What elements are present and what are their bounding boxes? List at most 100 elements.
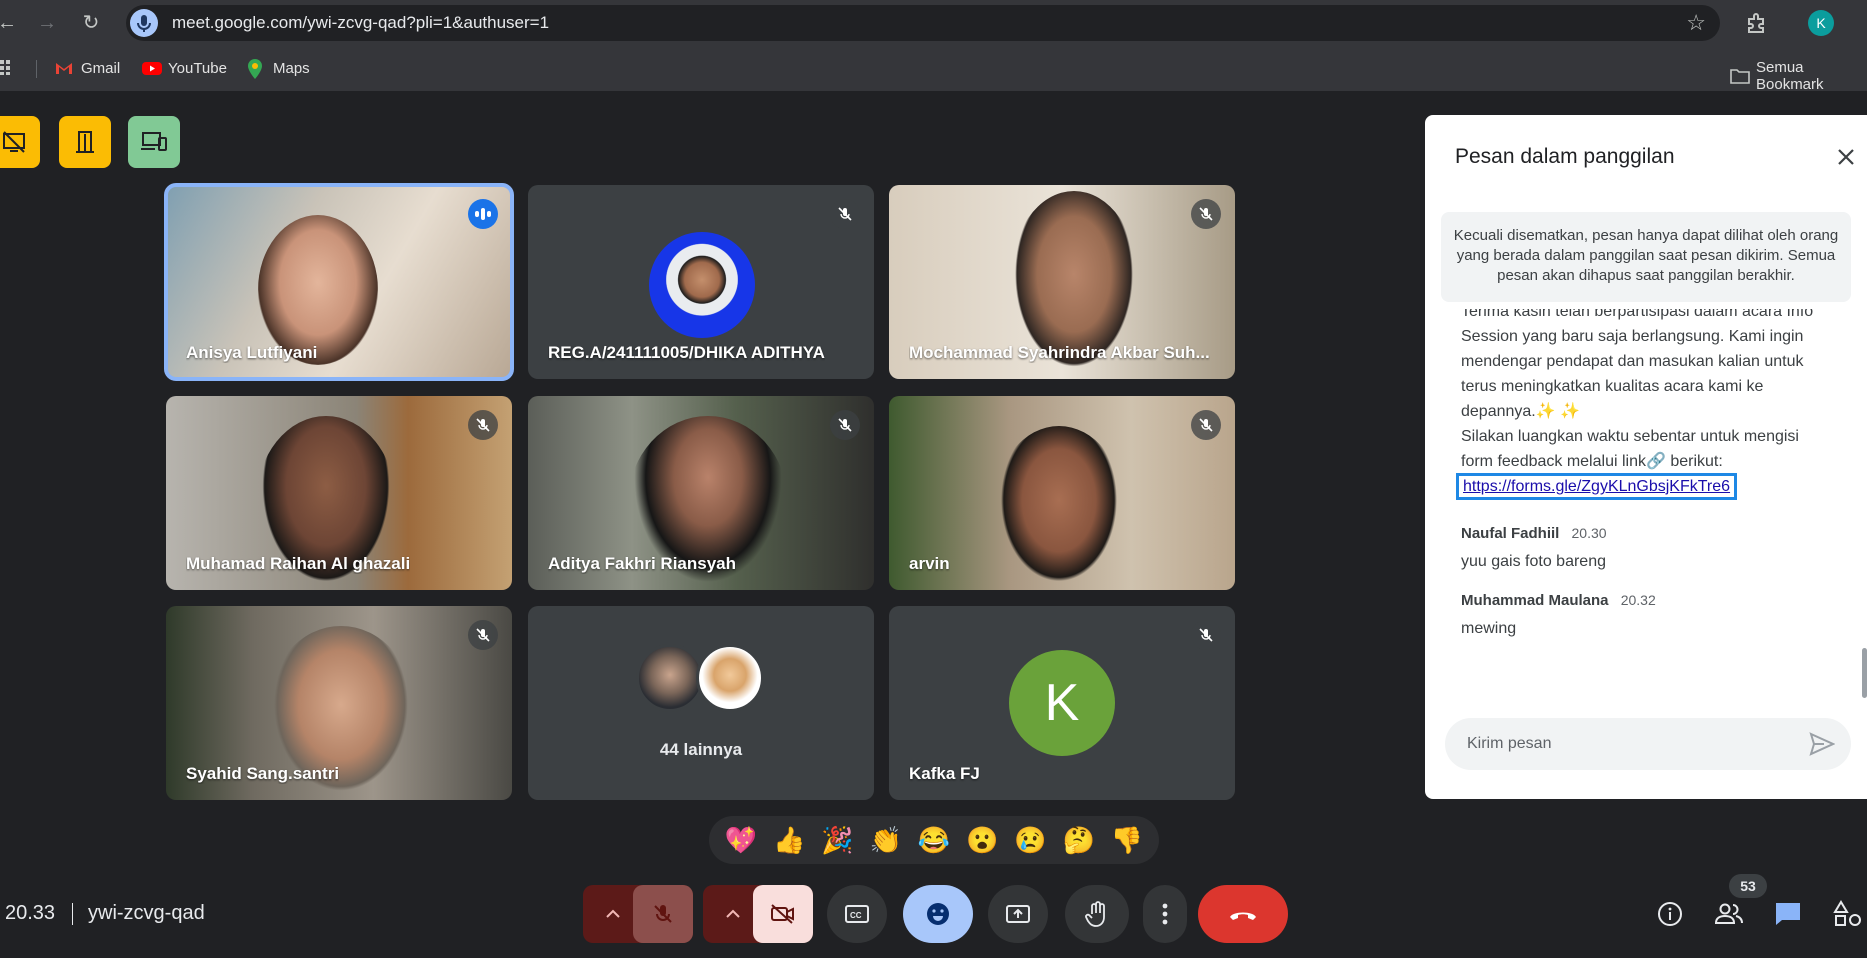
mic-off-icon	[1191, 199, 1221, 229]
message-time: 20.32	[1620, 592, 1656, 608]
people-count-badge: 53	[1729, 874, 1767, 898]
participant-tile[interactable]: arvin	[889, 396, 1235, 590]
reaction-thinking[interactable]: 🤔	[1058, 819, 1100, 861]
devices-icon[interactable]	[128, 116, 180, 168]
reaction-clap[interactable]: 👏	[865, 819, 907, 861]
present-screen-button[interactable]	[988, 885, 1048, 943]
participant-name: arvin	[909, 554, 950, 573]
reaction-thumbs-down[interactable]: 👎	[1106, 819, 1148, 861]
bookmark-label: Semua Bookmark	[1756, 59, 1824, 93]
chat-message-text: Terima kasih telah berpartisipasi dalam …	[1461, 309, 1814, 420]
feedback-form-link[interactable]: https://forms.gle/ZgyKLnGbsjKFkTre6	[1455, 473, 1738, 500]
chat-message-author: Muhammad Maulana 20.32	[1461, 592, 1656, 609]
participant-tile[interactable]: Mochammad Syahrindra Akbar Suh...	[889, 185, 1235, 379]
chat-panel: Pesan dalam panggilan Kecuali disematkan…	[1425, 115, 1867, 799]
camera-off-button[interactable]	[753, 885, 813, 943]
participant-tile[interactable]: Aditya Fakhri Riansyah	[528, 396, 874, 590]
mic-icon[interactable]	[130, 9, 158, 37]
reload-icon[interactable]: ↻	[78, 10, 104, 36]
reaction-laugh[interactable]: 😂	[913, 819, 955, 861]
participant-tile[interactable]: Syahid Sang.santri	[166, 606, 512, 800]
participant-name: Anisya Lutfiyani	[186, 343, 318, 362]
svg-text:CC: CC	[850, 911, 862, 920]
author-name: Muhammad Maulana	[1461, 592, 1609, 609]
chat-message-author: Naufal Fadhiil 20.30	[1461, 525, 1607, 542]
participant-name: Syahid Sang.santri	[186, 764, 340, 783]
reactions-bar: 💖 👍 🎉 👏 😂 😮 😢 🤔 👎	[709, 816, 1159, 864]
bookmarks-bar: Gmail YouTube Maps Semua Bookmark	[0, 46, 1867, 93]
mic-off-icon	[830, 199, 860, 229]
bookmark-label: YouTube	[168, 59, 227, 77]
bookmark-maps[interactable]: Maps	[247, 59, 310, 79]
meeting-code: ywi-zcvg-qad	[88, 902, 205, 924]
extensions-icon[interactable]	[1744, 10, 1770, 36]
close-icon[interactable]	[1831, 142, 1861, 172]
participant-tile-more[interactable]: 44 lainnya	[528, 606, 874, 800]
chat-scrollbar[interactable]	[1862, 648, 1867, 698]
video-options-chevron-icon[interactable]	[707, 885, 759, 943]
message-time: 20.30	[1571, 525, 1607, 541]
mic-off-button[interactable]	[633, 885, 693, 943]
participant-video	[994, 426, 1124, 590]
forward-icon[interactable]: →	[34, 10, 60, 36]
captions-button[interactable]: CC	[827, 885, 887, 943]
url-text[interactable]: meet.google.com/ywi-zcvg-qad?pli=1&authu…	[172, 5, 549, 41]
audio-options-chevron-icon[interactable]	[587, 885, 639, 943]
meeting-details-icon[interactable]	[1654, 898, 1686, 930]
apps-grid-icon[interactable]	[0, 59, 16, 75]
bookmarks-folder[interactable]: Semua Bookmark	[1730, 59, 1867, 93]
reaction-sad[interactable]: 😢	[1009, 819, 1051, 861]
participant-initial-avatar: K	[1009, 650, 1115, 756]
reaction-heart[interactable]: 💖	[720, 819, 762, 861]
more-options-button[interactable]	[1143, 885, 1187, 943]
chat-icon[interactable]	[1772, 898, 1804, 930]
bookmark-youtube[interactable]: YouTube	[142, 59, 227, 77]
no-screenshare-icon[interactable]	[0, 116, 40, 168]
reaction-party[interactable]: 🎉	[817, 819, 859, 861]
youtube-icon	[142, 59, 162, 77]
bookmark-label: Maps	[273, 59, 310, 77]
chat-message-input[interactable]	[1467, 718, 1797, 770]
reactions-button[interactable]	[903, 885, 973, 943]
mic-off-icon	[468, 620, 498, 650]
folder-icon	[1730, 67, 1750, 85]
mic-off-icon	[1191, 620, 1221, 650]
author-name: Naufal Fadhiil	[1461, 525, 1560, 542]
participant-avatar	[696, 644, 764, 712]
raise-hand-button[interactable]	[1065, 885, 1129, 943]
address-bar[interactable]: meet.google.com/ywi-zcvg-qad?pli=1&authu…	[126, 5, 1720, 41]
maps-icon	[247, 59, 265, 79]
info-divider	[72, 903, 73, 925]
leave-call-button[interactable]	[1198, 885, 1288, 943]
chat-panel-title: Pesan dalam panggilan	[1455, 145, 1675, 168]
reaction-surprised[interactable]: 😮	[961, 819, 1003, 861]
chat-notice: Kecuali disematkan, pesan hanya dapat di…	[1441, 212, 1851, 302]
mic-off-icon	[1191, 410, 1221, 440]
participant-tile[interactable]: Muhamad Raihan Al ghazali	[166, 396, 512, 590]
breakout-door-icon[interactable]	[59, 116, 111, 168]
bookmark-gmail[interactable]: Gmail	[55, 59, 120, 77]
activities-icon[interactable]	[1832, 898, 1864, 930]
participant-name: Mochammad Syahrindra Akbar Suh...	[909, 343, 1210, 362]
mic-off-icon	[468, 410, 498, 440]
back-icon[interactable]: ←	[0, 10, 20, 36]
participant-tile[interactable]: REG.A/241111005/DHIKA ADITHYA	[528, 185, 874, 379]
chat-message-text: Silakan luangkan waktu sebentar untuk me…	[1455, 424, 1831, 500]
profile-avatar[interactable]: K	[1808, 10, 1834, 36]
send-icon[interactable]	[1809, 732, 1836, 756]
browser-toolbar: ← → ↻ meet.google.com/ywi-zcvg-qad?pli=1…	[0, 0, 1867, 46]
bookmark-separator	[36, 60, 37, 78]
participant-tile[interactable]: Anisya Lutfiyani	[164, 183, 514, 381]
speaking-indicator-icon	[468, 199, 498, 229]
participant-name: Muhamad Raihan Al ghazali	[186, 554, 411, 573]
mic-off-icon	[830, 410, 860, 440]
people-icon[interactable]	[1713, 898, 1745, 930]
participant-tile[interactable]: K Kafka FJ	[889, 606, 1235, 800]
participant-name: Aditya Fakhri Riansyah	[548, 554, 737, 573]
reaction-thumbs-up[interactable]: 👍	[768, 819, 810, 861]
meeting-clock: 20.33	[5, 902, 56, 924]
chat-compose	[1445, 718, 1851, 770]
chat-message-text: yuu gais foto bareng	[1461, 553, 1606, 570]
more-participants-label: 44 lainnya	[659, 740, 743, 759]
bookmark-star-icon[interactable]: ☆	[1686, 5, 1706, 41]
